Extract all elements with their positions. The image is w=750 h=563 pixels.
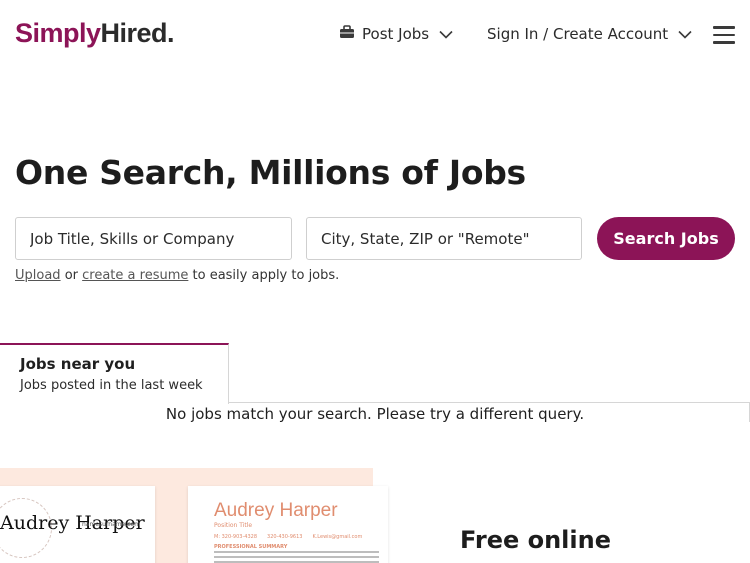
sign-in-menu[interactable]: Sign In / Create Account bbox=[487, 25, 692, 43]
create-resume-link[interactable]: create a resume bbox=[82, 268, 188, 283]
location-input[interactable] bbox=[306, 217, 582, 260]
resume-name: Audrey Harper bbox=[214, 500, 338, 521]
post-jobs-label: Post Jobs bbox=[362, 25, 430, 43]
tab-subtitle: Jobs posted in the last week bbox=[20, 378, 203, 393]
tab-jobs-near-you[interactable]: Jobs near you Jobs posted in the last we… bbox=[0, 343, 229, 404]
briefcase-icon bbox=[339, 25, 355, 43]
resume-url: namesurname.com bbox=[82, 521, 141, 528]
resume-phone: 320-430-9613 bbox=[267, 534, 303, 540]
resume-contact: M: 320-903-4328 320-430-9613 K.Lewis@gmail… bbox=[214, 534, 372, 540]
logo-part-simply: Simply bbox=[15, 18, 101, 48]
hamburger-line bbox=[713, 41, 735, 44]
page-headline: One Search, Millions of Jobs bbox=[15, 153, 526, 192]
job-title-input[interactable] bbox=[15, 217, 292, 260]
empty-results-message: No jobs match your search. Please try a … bbox=[165, 405, 585, 423]
resume-template-card: Audrey Harper Position Title M: 320-903-… bbox=[188, 486, 388, 563]
divider bbox=[229, 402, 750, 403]
resume-helper-text: Upload or create a resume to easily appl… bbox=[15, 268, 339, 283]
hamburger-line bbox=[713, 26, 735, 29]
sign-in-label: Sign In / Create Account bbox=[487, 25, 669, 43]
search-jobs-button[interactable]: Search Jobs bbox=[597, 217, 735, 260]
resume-text-lines bbox=[214, 551, 379, 563]
resume-position: Position Title bbox=[214, 522, 253, 529]
promo-title: Free online bbox=[460, 526, 611, 554]
chevron-down-icon bbox=[439, 25, 453, 43]
hamburger-line bbox=[713, 33, 735, 36]
hamburger-menu-icon[interactable] bbox=[713, 26, 735, 44]
logo-part-hired: Hired. bbox=[100, 18, 175, 48]
simplyhired-logo[interactable]: SimplyHired. bbox=[15, 18, 175, 49]
tab-title: Jobs near you bbox=[20, 355, 136, 373]
post-jobs-menu[interactable]: Post Jobs bbox=[339, 25, 453, 43]
resume-phone: M: 320-903-4328 bbox=[214, 534, 258, 540]
resume-email: K.Lewis@gmail.com bbox=[312, 534, 363, 540]
resume-section-heading: PROFESSIONAL SUMMARY bbox=[214, 544, 288, 550]
upload-link[interactable]: Upload bbox=[15, 268, 61, 283]
helper-rest: to easily apply to jobs. bbox=[188, 268, 340, 283]
top-header: SimplyHired. Post Jobs Sign In / Create … bbox=[0, 0, 750, 70]
resume-template-card: Audrey Harper namesurname.com bbox=[0, 486, 155, 563]
helper-or: or bbox=[60, 268, 83, 283]
chevron-down-icon bbox=[678, 25, 692, 43]
